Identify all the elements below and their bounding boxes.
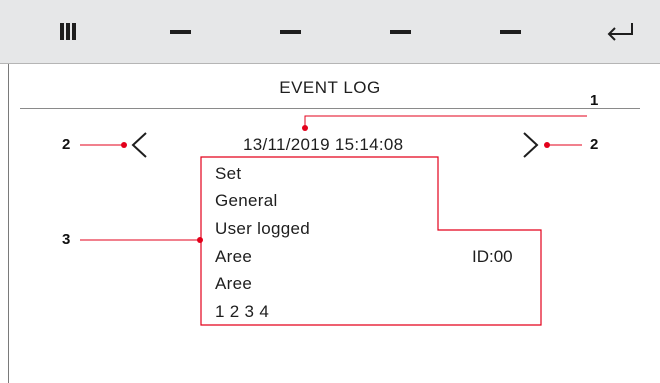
callout-number-3: 3 (62, 231, 71, 248)
callout-1-dot (302, 125, 308, 131)
callout-number-2-left: 2 (62, 136, 71, 153)
callout-1-leader (304, 115, 587, 128)
next-event-chevron-icon[interactable] (523, 132, 539, 158)
event-details-outline (200, 156, 542, 326)
annotation-overlay (80, 115, 587, 326)
callout-number-1: 1 (590, 92, 599, 109)
callout-2-right-dot (544, 142, 550, 148)
callout-3-dot (197, 237, 203, 243)
prev-event-chevron-icon[interactable] (131, 132, 147, 158)
callout-2-left-dot (121, 142, 127, 148)
callout-number-2-right: 2 (590, 136, 599, 153)
